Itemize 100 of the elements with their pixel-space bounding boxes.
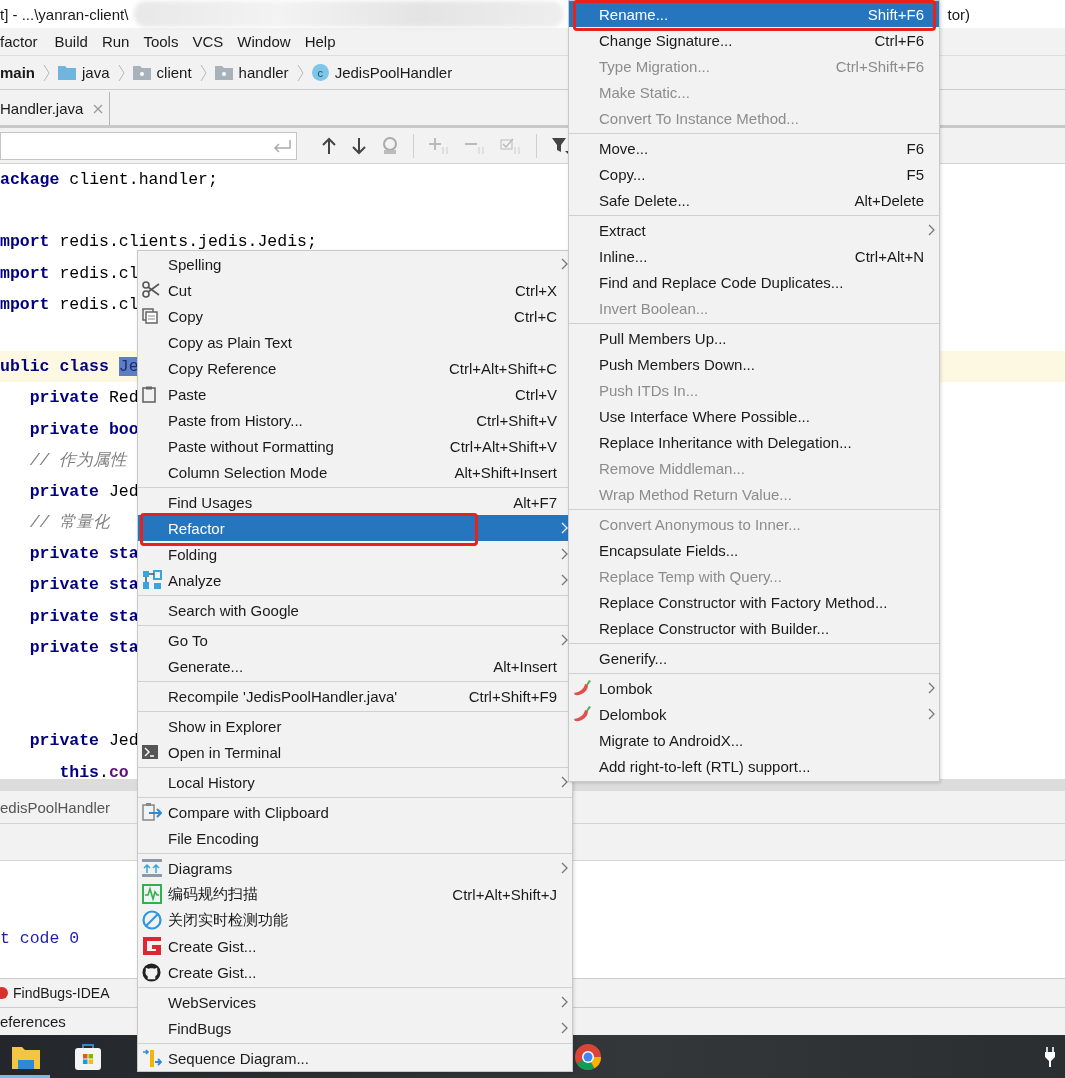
- menu-item[interactable]: Spelling: [138, 251, 572, 277]
- menu-item[interactable]: Diagrams: [138, 855, 572, 881]
- menu-bar-item[interactable]: Window: [237, 33, 305, 50]
- shortcut-label: Ctrl+Alt+N: [854, 247, 924, 265]
- console-output: t code 0: [0, 929, 80, 948]
- menu-item[interactable]: Copy Reference Ctrl+Alt+Shift+C: [138, 355, 572, 381]
- menu-item[interactable]: Change Signature... Ctrl+F6: [569, 27, 939, 53]
- menu-item[interactable]: Replace Inheritance with Delegation...: [569, 429, 939, 455]
- shortcut-label: Ctrl+Alt+Shift+J: [452, 885, 557, 903]
- tool-window-tab[interactable]: FindBugs-IDEA: [13, 985, 110, 1001]
- menu-item[interactable]: Use Interface Where Possible...: [569, 403, 939, 429]
- code-token: co: [108, 762, 129, 782]
- menu-item[interactable]: 编码规约扫描 Ctrl+Alt+Shift+J: [138, 881, 572, 907]
- shortcut-label: Ctrl+Alt+Shift+C: [449, 359, 557, 377]
- shortcut-label: Alt+Delete: [854, 191, 924, 209]
- menu-item[interactable]: Rename... Shift+F6: [569, 1, 939, 27]
- menu-item[interactable]: Paste without Formatting Ctrl+Alt+Shift+V: [138, 433, 572, 459]
- menu-item[interactable]: Create Gist...: [138, 933, 572, 959]
- menu-item[interactable]: Replace Constructor with Builder...: [569, 615, 939, 641]
- class-badge-icon: c: [311, 64, 329, 81]
- menu-item[interactable]: Copy... F5: [569, 161, 939, 187]
- menu-item[interactable]: Delombok: [569, 701, 939, 727]
- menu-item[interactable]: WebServices: [138, 989, 572, 1015]
- menu-item[interactable]: Push Members Down...: [569, 351, 939, 377]
- code-token: private sta: [28, 637, 139, 657]
- tool-window-tab[interactable]: eferences: [0, 1013, 66, 1030]
- code-token: .: [99, 762, 109, 782]
- code-token: Red: [107, 388, 139, 408]
- window-title: tor): [947, 5, 970, 23]
- menu-item[interactable]: Paste Ctrl+V: [138, 381, 572, 407]
- menu-item[interactable]: Find Usages Alt+F7: [138, 489, 572, 515]
- code-token: private sta: [28, 606, 139, 626]
- shortcut-label: Ctrl+C: [514, 307, 557, 325]
- menu-item[interactable]: Local History: [138, 769, 572, 795]
- menu-item[interactable]: Find and Replace Code Duplicates...: [569, 269, 939, 295]
- menu-item[interactable]: Paste from History... Ctrl+Shift+V: [138, 407, 572, 433]
- menu-item[interactable]: Go To: [138, 627, 572, 653]
- tool-window-title[interactable]: edisPoolHandler: [0, 798, 111, 816]
- breadcrumb-item[interactable]: JedisPoolHandler: [334, 64, 453, 81]
- window-title: t] - ...\yanran-client\: [0, 5, 129, 23]
- code-token: redis.clients.jedis.Jedis;: [58, 232, 317, 252]
- menu-item[interactable]: Open in Terminal: [138, 739, 572, 765]
- menu-bar-item[interactable]: VCS: [192, 33, 238, 50]
- menu-bar-item[interactable]: Build: [54, 33, 102, 50]
- menu-item[interactable]: Show in Explorer: [138, 713, 572, 739]
- menu-item[interactable]: Generify...: [569, 645, 939, 671]
- shortcut-label: Ctrl+Shift+F9: [468, 687, 557, 705]
- menu-item[interactable]: Folding: [138, 541, 572, 567]
- menu-item[interactable]: Replace Constructor with Factory Method...: [569, 589, 939, 615]
- menu-bar-item[interactable]: Tools: [143, 33, 193, 50]
- code-token: Jed: [107, 481, 139, 501]
- menu-item[interactable]: Copy Ctrl+C: [138, 303, 572, 329]
- code-token: mport: [0, 232, 50, 252]
- code-token: client.handler;: [68, 170, 218, 189]
- menu-bar-item[interactable]: Run: [101, 33, 144, 50]
- shortcut-label: Ctrl+Alt+Shift+V: [449, 437, 557, 455]
- breadcrumb-item[interactable]: handler: [238, 64, 289, 81]
- menu-item[interactable]: Copy as Plain Text: [138, 329, 572, 355]
- code-token: private: [28, 731, 100, 751]
- shortcut-label: F6: [906, 139, 924, 157]
- code-token: redis.cl: [58, 294, 139, 314]
- menu-item[interactable]: Migrate to AndroidX...: [569, 727, 939, 753]
- shortcut-label: Alt+Insert: [493, 657, 557, 675]
- code-token: this: [58, 762, 100, 782]
- menu-item[interactable]: FindBugs: [138, 1015, 572, 1041]
- code-token: ackage: [0, 170, 60, 189]
- menu-item[interactable]: Extract: [569, 217, 939, 243]
- menu-item[interactable]: Recompile 'JedisPoolHandler.java' Ctrl+Shift+F9: [138, 683, 572, 709]
- breadcrumb-item[interactable]: main: [0, 64, 35, 81]
- menu-bar-item[interactable]: factor: [0, 33, 55, 50]
- breadcrumb-item[interactable]: java: [82, 64, 110, 81]
- code-token: redis.cl: [58, 263, 139, 283]
- menu-bar-item[interactable]: Help: [304, 33, 350, 50]
- code-token: ublic class: [0, 357, 110, 377]
- code-token: mport: [0, 294, 50, 314]
- code-token: Jed: [107, 731, 139, 751]
- menu-item[interactable]: Lombok: [569, 675, 939, 701]
- menu-item[interactable]: Safe Delete... Alt+Delete: [569, 187, 939, 213]
- shortcut-label: Ctrl+Shift+F6: [835, 57, 924, 75]
- shortcut-label: Shift+F6: [867, 5, 924, 23]
- menu-item[interactable]: Encapsulate Fields...: [569, 537, 939, 563]
- menu-item[interactable]: Inline... Ctrl+Alt+N: [569, 243, 939, 269]
- menu-item[interactable]: Analyze: [138, 567, 572, 593]
- menu-item[interactable]: Add right-to-left (RTL) support...: [569, 753, 939, 779]
- menu-item[interactable]: Generate... Alt+Insert: [138, 653, 572, 679]
- code-token: // 作为属性: [28, 450, 128, 470]
- menu-item[interactable]: Create Gist...: [138, 959, 572, 985]
- code-token: private: [28, 388, 100, 408]
- editor-tab[interactable]: Handler.java: [0, 92, 111, 125]
- menu-item[interactable]: 关闭实时检测功能: [138, 907, 572, 933]
- menu-item[interactable]: Compare with Clipboard: [138, 799, 572, 825]
- menu-item[interactable]: Cut Ctrl+X: [138, 277, 572, 303]
- code-token: private sta: [28, 575, 139, 595]
- menu-item[interactable]: File Encoding: [138, 825, 572, 851]
- shortcut-label: Alt+F7: [513, 493, 557, 511]
- menu-item[interactable]: Column Selection Mode Alt+Shift+Insert: [138, 459, 572, 485]
- menu-item[interactable]: Search with Google: [138, 597, 572, 623]
- menu-item[interactable]: Pull Members Up...: [569, 325, 939, 351]
- menu-item[interactable]: Move... F6: [569, 135, 939, 161]
- breadcrumb-item[interactable]: client: [156, 64, 192, 81]
